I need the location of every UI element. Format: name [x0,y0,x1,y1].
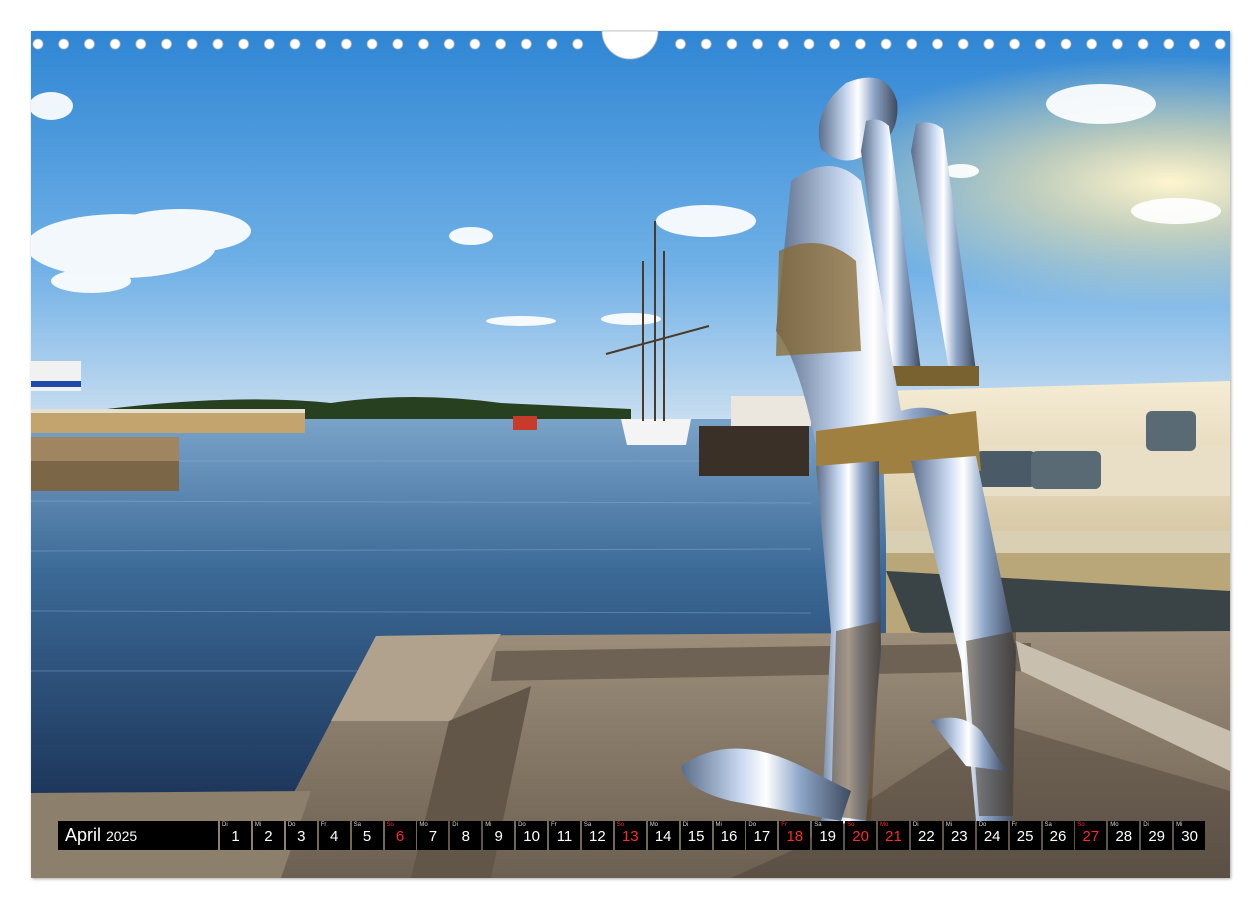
day-cell: Mi 2 [252,821,284,850]
day-number: 7 [428,828,438,845]
day-number: 1 [231,828,240,845]
day-number: 11 [556,828,573,845]
day-cell: Di 22 [910,821,942,850]
day-cell: Do 17 [746,821,778,850]
day-number: 15 [687,828,705,845]
day-number: 26 [1049,828,1067,845]
day-number: 25 [1016,828,1034,845]
day-number: 27 [1082,828,1100,845]
day-cell: Fr 25 [1009,821,1041,850]
day-cell: So 13 [614,821,646,850]
day-cell: Sa 19 [812,821,844,850]
day-cell: Mo 28 [1108,821,1140,850]
day-cell: Sa 5 [351,821,383,850]
day-number: 6 [395,828,405,845]
day-cell: Mo 21 [878,821,909,850]
day-cell: Mo 7 [417,821,449,850]
day-cell: Sa 26 [1042,821,1074,850]
day-cell: Fr 18 [779,821,811,850]
calendar-bar: April 2025 Di 1 Mi 2 Do 3 Fr 4 Sa 5 So 6 Mo 7 Di 8 Mi 9 Do… [58,821,1206,850]
day-number: 30 [1181,828,1198,845]
calendar-page: April 2025 Di 1 Mi 2 Do 3 Fr 4 Sa 5 So 6 Mo 7 Di 8 Mi 9 Do… [0,0,1260,908]
day-number: 14 [654,828,672,845]
day-number: 3 [297,828,306,845]
day-number: 2 [264,828,273,845]
day-number: 13 [621,828,639,845]
day-number: 29 [1148,828,1166,845]
day-cell: Do 3 [285,821,317,850]
day-number: 9 [494,828,503,845]
day-cell: Mi 23 [943,821,975,850]
day-cell: So 20 [845,821,877,850]
year-label: 2025 [106,827,138,844]
day-cell: Di 29 [1141,821,1173,850]
day-number: 20 [852,828,869,845]
day-cell: Mi 16 [713,821,745,850]
day-number: 4 [330,828,339,845]
day-cell: Sa 12 [581,821,613,850]
day-number: 22 [918,828,935,845]
month-name: April [65,825,102,845]
day-cell: Mi 9 [483,821,515,850]
day-cell: Mi 30 [1174,821,1206,850]
day-number: 21 [885,828,902,845]
month-label: April 2025 [58,821,218,850]
day-cell: Do 10 [516,821,548,850]
harbour-photo [31,31,1230,878]
day-number: 28 [1115,828,1133,845]
day-cell: Do 24 [976,821,1008,850]
day-cell: Di 1 [220,821,251,850]
day-number: 19 [819,828,837,845]
day-number: 17 [753,828,771,845]
day-cell: So 27 [1075,821,1107,850]
day-cell: Mo 14 [647,821,679,850]
day-number: 18 [786,828,804,845]
day-number: 8 [461,828,470,845]
day-number: 24 [983,828,1001,845]
day-cell: Di 15 [680,821,712,850]
day-number: 23 [950,828,968,845]
day-cell: Di 8 [450,821,482,850]
day-cell: So 6 [384,821,416,850]
day-cell: Fr 11 [549,821,580,850]
day-number: 10 [523,828,540,845]
day-number: 5 [362,828,372,845]
day-cell: Fr 4 [318,821,350,850]
day-number: 16 [720,828,738,845]
day-number: 12 [589,828,606,845]
